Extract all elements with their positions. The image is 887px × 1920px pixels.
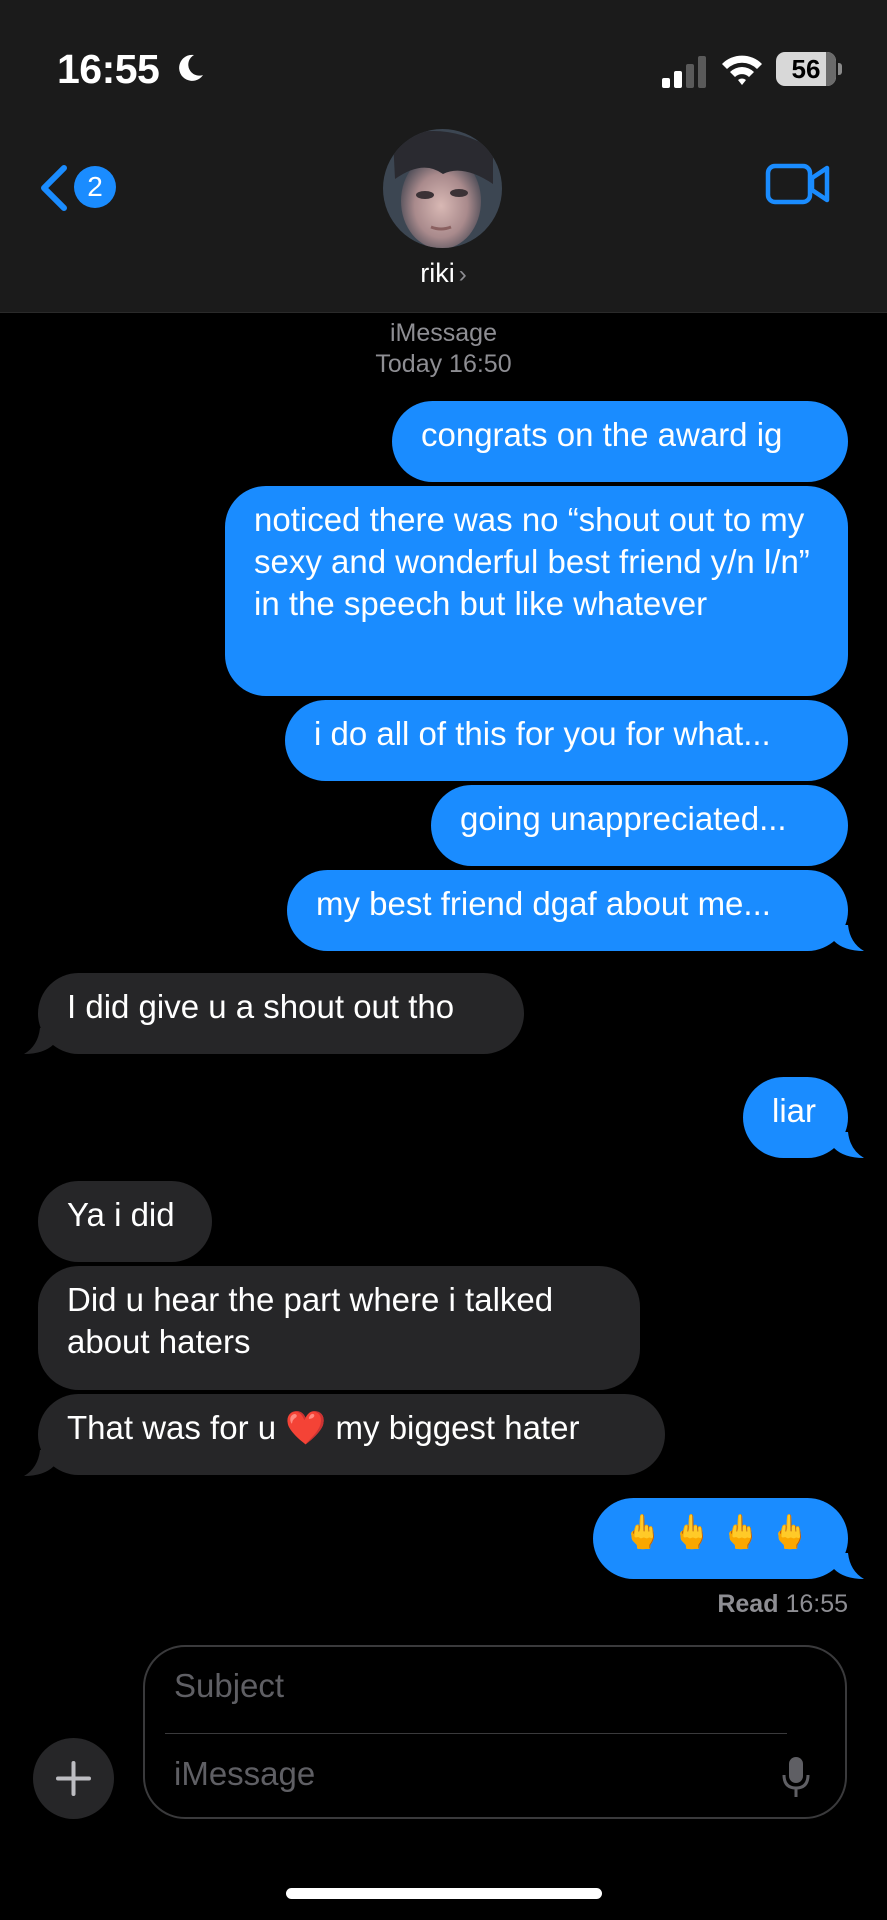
- wifi-icon: [722, 55, 762, 85]
- read-receipt: Read 16:55: [717, 1590, 848, 1619]
- received-message-bubble[interactable]: Did u hear the part where i talked about…: [38, 1266, 640, 1390]
- sent-message-bubble[interactable]: noticed there was no “shout out to my se…: [225, 486, 848, 696]
- chevron-left-icon: [41, 165, 67, 211]
- conversation-header: 16:55 56 2 riki ›: [0, 0, 887, 313]
- message-text: Ya i did: [67, 1196, 175, 1233]
- back-button[interactable]: 2: [36, 160, 126, 216]
- battery-cap: [838, 63, 842, 75]
- sent-bubble-tail: [834, 1553, 864, 1579]
- battery-body: 56: [776, 52, 836, 86]
- received-message-bubble[interactable]: That was for u ❤️ my biggest hater: [38, 1394, 665, 1475]
- sent-message-bubble[interactable]: liar: [743, 1077, 848, 1158]
- sent-message-bubble[interactable]: congrats on the award ig: [392, 401, 848, 482]
- cellular-signal-icon: [662, 56, 706, 88]
- plus-icon: [56, 1761, 91, 1796]
- avatar-photo: [383, 129, 502, 248]
- message-text: Did u hear the part where i talked about…: [67, 1281, 554, 1360]
- heart-emoji: ❤️: [285, 1409, 327, 1446]
- add-attachment-button[interactable]: [33, 1738, 114, 1819]
- message-text: noticed there was no “shout out to my se…: [254, 501, 810, 622]
- sent-message-bubble[interactable]: i do all of this for you for what...: [285, 700, 848, 781]
- moon-icon: [179, 54, 203, 81]
- battery-level: 56: [791, 54, 821, 84]
- received-bubble-tail: [24, 1028, 54, 1054]
- message-text-after: my biggest hater: [335, 1409, 580, 1446]
- contact-avatar[interactable]: [383, 129, 502, 248]
- read-label: Read: [717, 1590, 779, 1618]
- sent-message-bubble[interactable]: going unappreciated...: [431, 785, 848, 866]
- battery-icon: 56: [776, 52, 842, 86]
- home-indicator[interactable]: [286, 1888, 602, 1899]
- sent-message-bubble[interactable]: 🖕🖕🖕🖕: [593, 1498, 848, 1579]
- thread-info: iMessage Today 16:50: [0, 318, 887, 380]
- subject-field[interactable]: Subject: [174, 1667, 784, 1705]
- status-bar-time: 16:55: [57, 46, 160, 92]
- contact-name-text: riki: [420, 258, 455, 288]
- compose-divider: [165, 1733, 787, 1734]
- message-field[interactable]: iMessage: [174, 1755, 734, 1793]
- contact-name[interactable]: riki ›: [0, 258, 887, 289]
- service-label: iMessage: [390, 319, 497, 347]
- message-text: congrats on the award ig: [421, 416, 783, 453]
- message-text-before: That was for u: [67, 1409, 277, 1446]
- received-message-bubble[interactable]: I did give u a shout out tho: [38, 973, 524, 1054]
- chevron-right-icon: ›: [458, 261, 467, 288]
- compose-box: Subject iMessage: [143, 1645, 847, 1819]
- message-text: my best friend dgaf about me...: [316, 885, 771, 922]
- message-text: going unappreciated...: [460, 800, 787, 837]
- message-text: liar: [772, 1092, 817, 1129]
- sent-bubble-tail: [834, 925, 864, 951]
- received-message-bubble[interactable]: Ya i did: [38, 1181, 212, 1262]
- message-text: I did give u a shout out tho: [67, 988, 455, 1025]
- unread-count-badge: 2: [74, 166, 116, 208]
- video-camera-icon[interactable]: [765, 160, 831, 208]
- microphone-icon[interactable]: [781, 1755, 811, 1799]
- sent-message-bubble[interactable]: my best friend dgaf about me...: [287, 870, 848, 951]
- received-bubble-tail: [24, 1450, 54, 1476]
- read-time: 16:55: [785, 1590, 848, 1618]
- message-emoji: 🖕🖕🖕🖕: [622, 1513, 819, 1550]
- thread-timestamp: Today 16:50: [375, 350, 512, 378]
- message-text: i do all of this for you for what...: [314, 715, 771, 752]
- sent-bubble-tail: [834, 1132, 864, 1158]
